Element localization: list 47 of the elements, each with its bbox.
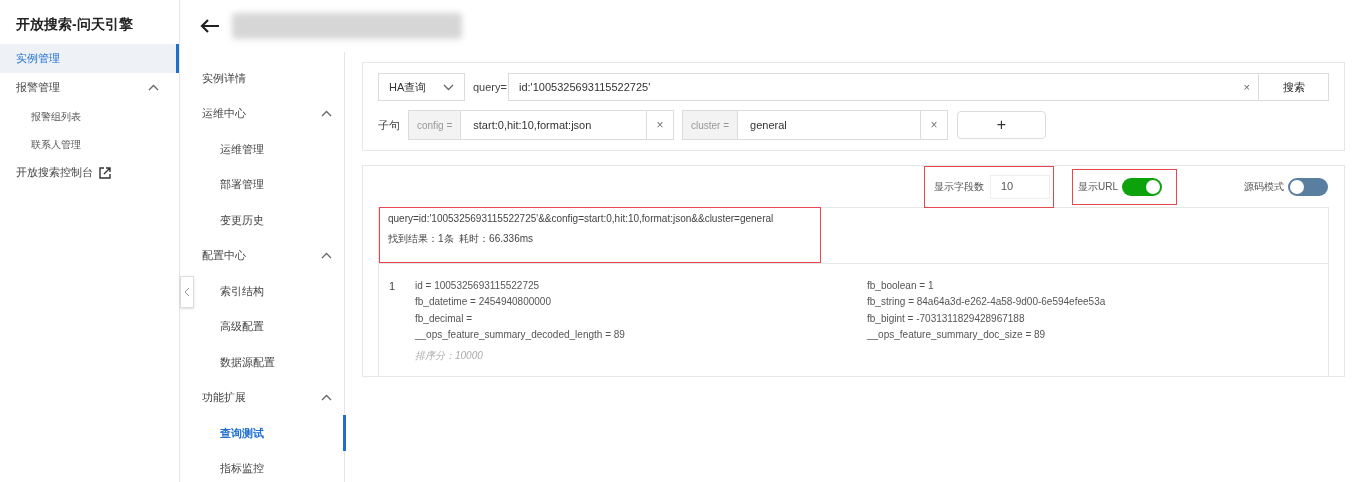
field-count-input[interactable]: 10 xyxy=(990,174,1050,199)
request-url: query=id:'1005325693115522725'&&config=start:0,hit:10,format:json&&cluster=general xyxy=(388,212,775,226)
sidebar-item[interactable]: 实例管理 xyxy=(0,44,179,73)
nav-item[interactable]: 实例详情 xyxy=(180,60,344,96)
clause-label: 子句 xyxy=(378,117,400,133)
result-summary: 找到结果：1条 耗时：66.336ms xyxy=(388,232,535,246)
field-text: fb_decimal = xyxy=(415,311,473,326)
field-text: fb_datetime = 2454940800000 xyxy=(415,295,552,310)
add-clause-button[interactable]: + xyxy=(957,111,1046,139)
nav-item[interactable]: 索引结构 xyxy=(198,273,344,309)
mode-value: HA查询 xyxy=(389,79,427,95)
nav-item[interactable]: 高级配置 xyxy=(198,308,344,344)
field-text: id = 1005325693115522725 xyxy=(415,279,541,293)
field-text: fb_string = 84a64a3d-e262-4a58-9d00-6e594efee53a xyxy=(867,295,1106,310)
field-text: __ops_feature_summary_doc_size = 89 xyxy=(867,328,1047,343)
nav-item[interactable]: 查询测试 xyxy=(198,415,346,451)
field-text: fb_bigint = -7031311829428967188 xyxy=(867,311,1026,326)
toggle-label: 显示URL xyxy=(1078,180,1118,194)
nav-group-label[interactable]: 功能扩展 xyxy=(202,389,246,406)
nav-item[interactable]: 运维管理 xyxy=(198,131,344,167)
app-title: 开放搜索-问天引擎 xyxy=(15,15,134,34)
toggle-switch[interactable] xyxy=(1288,177,1328,196)
external-link-icon xyxy=(99,166,111,179)
clear-button[interactable]: × xyxy=(1243,78,1250,96)
nav-item[interactable]: 部署管理 xyxy=(198,166,344,202)
caret-icon xyxy=(443,83,454,91)
toggle-label: 源码模式 xyxy=(1244,180,1284,194)
back-arrow-icon[interactable] xyxy=(200,18,220,34)
field-text: fb_boolean = 1 xyxy=(867,279,935,293)
field-count-label: 显示字段数 xyxy=(934,180,984,194)
record-index: 1 xyxy=(389,279,397,294)
nav-group-label[interactable]: 配置中心 xyxy=(202,247,246,264)
nav-item[interactable]: 数据源配置 xyxy=(198,344,344,380)
chevron-left-icon xyxy=(184,287,190,297)
sort-score: 排序分：10000 xyxy=(415,348,484,363)
nav-item[interactable]: 指标监控 xyxy=(198,450,344,482)
console-link[interactable]: 开放搜索控制台 xyxy=(16,164,93,181)
nav-item[interactable]: 变更历史 xyxy=(198,202,344,238)
field-text: __ops_feature_summary_decoded_length = 89 xyxy=(415,328,626,343)
sidebar-subitem[interactable]: 联系人管理 xyxy=(0,130,179,158)
query-field[interactable]: id:'1005325693115522725' xyxy=(519,78,651,96)
sidebar-subitem[interactable]: 报警组列表 xyxy=(0,102,179,130)
search-button[interactable]: 搜索 xyxy=(1259,73,1329,101)
toggle-switch[interactable] xyxy=(1122,177,1162,196)
nav-group-label[interactable]: 运维中心 xyxy=(202,105,246,122)
query-label: query= xyxy=(472,79,508,95)
sidebar-group[interactable]: 报警管理 xyxy=(16,79,60,96)
